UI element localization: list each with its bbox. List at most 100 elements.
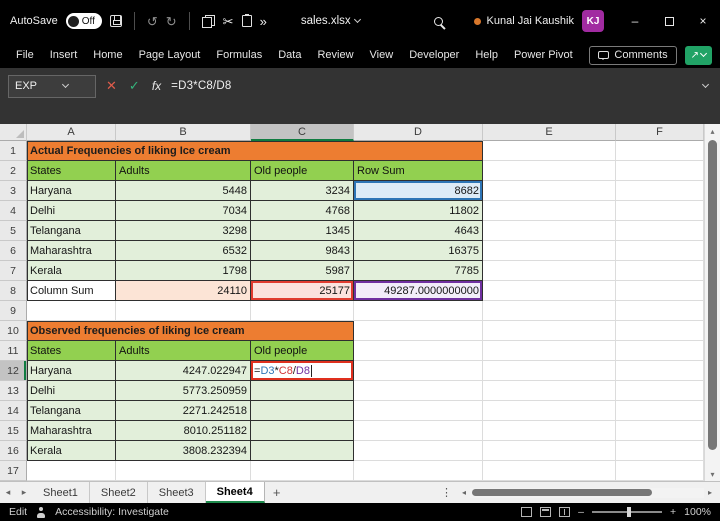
zoom-out-icon[interactable]: –: [578, 506, 584, 518]
row-header-4[interactable]: 4: [0, 201, 27, 221]
cell-E2[interactable]: [483, 161, 616, 181]
avatar[interactable]: KJ: [582, 10, 604, 32]
row-header-3[interactable]: 3: [0, 181, 27, 201]
cell-D4[interactable]: 11802: [354, 201, 483, 221]
cell-F10[interactable]: [616, 321, 704, 341]
cell-A15[interactable]: Maharashtra: [27, 421, 116, 441]
scroll-up-icon[interactable]: ▴: [705, 124, 720, 138]
cell-E17[interactable]: [483, 461, 616, 481]
row-header-16[interactable]: 16: [0, 441, 27, 461]
sheet-nav-right-icon[interactable]: ▸: [16, 482, 32, 503]
cell-A11[interactable]: States: [27, 341, 116, 361]
cell-D17[interactable]: [354, 461, 483, 481]
column-header-C[interactable]: C: [251, 124, 354, 141]
redo-icon[interactable]: ↻: [166, 15, 177, 28]
cell-E14[interactable]: [483, 401, 616, 421]
menu-tab-help[interactable]: Help: [467, 42, 506, 68]
row-header-6[interactable]: 6: [0, 241, 27, 261]
menu-tab-formulas[interactable]: Formulas: [208, 42, 270, 68]
menu-tab-file[interactable]: File: [8, 42, 42, 68]
cell-C11[interactable]: Old people: [251, 341, 354, 361]
page-break-view-icon[interactable]: [559, 507, 571, 517]
paste-icon[interactable]: [241, 14, 252, 27]
document-title[interactable]: sales.xlsx: [301, 15, 361, 27]
cell-A5[interactable]: Telangana: [27, 221, 116, 241]
column-header-A[interactable]: A: [27, 124, 116, 141]
cell-F7[interactable]: [616, 261, 704, 281]
cell-F5[interactable]: [616, 221, 704, 241]
cell-F17[interactable]: [616, 461, 704, 481]
row-header-13[interactable]: 13: [0, 381, 27, 401]
row-header-11[interactable]: 11: [0, 341, 27, 361]
cell-F6[interactable]: [616, 241, 704, 261]
row-header-9[interactable]: 9: [0, 301, 27, 321]
zoom-in-icon[interactable]: +: [670, 506, 676, 518]
cell-F11[interactable]: [616, 341, 704, 361]
cell-C6[interactable]: 9843: [251, 241, 354, 261]
cell-B9[interactable]: [116, 301, 251, 321]
sheet-tab-sheet3[interactable]: Sheet3: [148, 482, 206, 503]
cell-D8[interactable]: 49287.0000000000: [354, 281, 483, 301]
user-name[interactable]: Kunal Jai Kaushik: [487, 15, 574, 27]
cell-D10[interactable]: [354, 321, 483, 341]
horizontal-scrollbar-thumb[interactable]: [472, 489, 652, 496]
cell-B3[interactable]: 5448: [116, 181, 251, 201]
cell-A7[interactable]: Kerala: [27, 261, 116, 281]
cell-D7[interactable]: 7785: [354, 261, 483, 281]
sheet-nav-left-icon[interactable]: ◂: [0, 482, 16, 503]
cell-C2[interactable]: Old people: [251, 161, 354, 181]
cell-E11[interactable]: [483, 341, 616, 361]
menu-tab-power-pivot[interactable]: Power Pivot: [506, 42, 581, 68]
cell-D6[interactable]: 16375: [354, 241, 483, 261]
autosave-toggle[interactable]: Off: [65, 13, 102, 29]
cell-D3[interactable]: 8682: [354, 181, 483, 201]
close-button[interactable]: ×: [686, 0, 720, 42]
normal-view-icon[interactable]: [521, 507, 533, 517]
cell-A13[interactable]: Delhi: [27, 381, 116, 401]
cell-D14[interactable]: [354, 401, 483, 421]
cell-D12[interactable]: [354, 361, 483, 381]
cell-D2[interactable]: Row Sum: [354, 161, 483, 181]
cell-C3[interactable]: 3234: [251, 181, 354, 201]
cell-B2[interactable]: Adults: [116, 161, 251, 181]
sheet-tab-sheet4[interactable]: Sheet4: [205, 482, 265, 503]
cell-E5[interactable]: [483, 221, 616, 241]
cell-E10[interactable]: [483, 321, 616, 341]
menu-tab-developer[interactable]: Developer: [401, 42, 467, 68]
cell-E4[interactable]: [483, 201, 616, 221]
row-header-10[interactable]: 10: [0, 321, 27, 341]
name-box[interactable]: EXP: [8, 74, 96, 98]
cell-B5[interactable]: 3298: [116, 221, 251, 241]
quick-access-overflow-icon[interactable]: »: [260, 15, 267, 28]
cell-F4[interactable]: [616, 201, 704, 221]
cell-E7[interactable]: [483, 261, 616, 281]
menu-tab-view[interactable]: View: [362, 42, 402, 68]
zoom-level[interactable]: 100%: [684, 506, 711, 518]
cell-E13[interactable]: [483, 381, 616, 401]
cell-A4[interactable]: Delhi: [27, 201, 116, 221]
cell-B17[interactable]: [116, 461, 251, 481]
sheet-tab-sheet1[interactable]: Sheet1: [32, 482, 90, 503]
column-header-F[interactable]: F: [616, 124, 704, 141]
menu-tab-review[interactable]: Review: [309, 42, 361, 68]
row-header-1[interactable]: 1: [0, 141, 27, 161]
cell-A9[interactable]: [27, 301, 116, 321]
cell-C12[interactable]: = D3 * C8/D8: [251, 361, 354, 381]
row-header-7[interactable]: 7: [0, 261, 27, 281]
cell-F2[interactable]: [616, 161, 704, 181]
horizontal-scrollbar[interactable]: ◂ ▸: [458, 482, 716, 503]
menu-tab-home[interactable]: Home: [85, 42, 130, 68]
row-header-15[interactable]: 15: [0, 421, 27, 441]
copy-icon[interactable]: [201, 14, 215, 28]
column-header-E[interactable]: E: [483, 124, 616, 141]
maximize-button[interactable]: [652, 0, 686, 42]
scroll-down-icon[interactable]: ▾: [705, 467, 720, 481]
cell-C7[interactable]: 5987: [251, 261, 354, 281]
undo-icon[interactable]: ↺: [147, 15, 158, 28]
row-header-14[interactable]: 14: [0, 401, 27, 421]
cell-F16[interactable]: [616, 441, 704, 461]
zoom-slider-thumb[interactable]: [627, 507, 631, 517]
cell-E6[interactable]: [483, 241, 616, 261]
scroll-left-icon[interactable]: ◂: [458, 488, 470, 497]
column-header-D[interactable]: D: [354, 124, 483, 141]
